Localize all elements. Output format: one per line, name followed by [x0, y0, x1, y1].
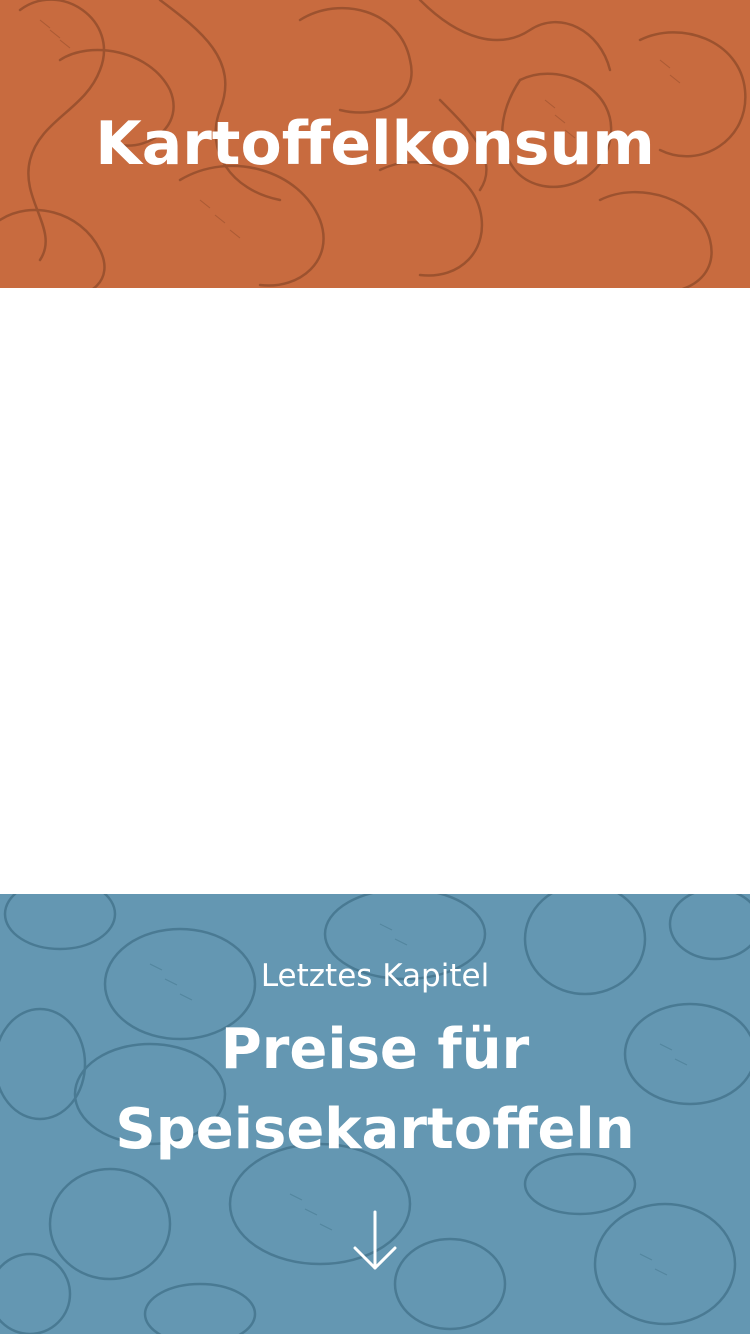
next-chapter-title[interactable]: Preise für Speisekartoffeln: [20, 1010, 730, 1170]
header-banner: Kartoffelkonsum: [0, 0, 750, 288]
arrow-down-icon[interactable]: [351, 1210, 399, 1274]
next-chapter-banner[interactable]: Letztes Kapitel Preise für Speisekartoff…: [0, 894, 750, 1334]
chapter-kicker: Letztes Kapitel: [260, 958, 490, 994]
page-title: Kartoffelkonsum: [95, 109, 655, 179]
page: Kartoffelkonsum Letztes Kapitel Preise f…: [0, 0, 750, 1334]
content-area: [0, 288, 750, 894]
